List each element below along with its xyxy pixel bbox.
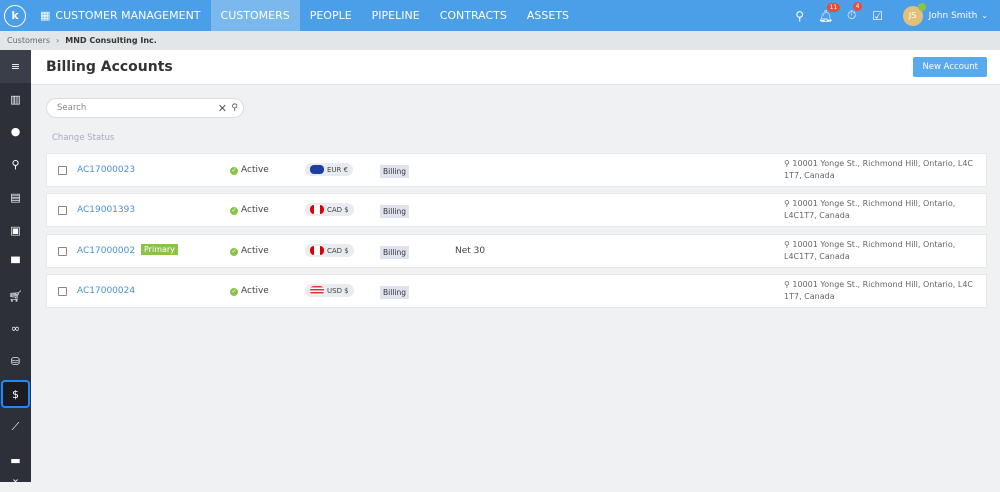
chart-line-icon[interactable]: ⟋ — [0, 413, 31, 441]
address-text: 10001 Yonge St., Richmond Hill, Ontario,… — [784, 199, 956, 220]
clipboard-icon[interactable]: ▣ — [0, 216, 31, 244]
clipboard-clock-icon[interactable]: ⏱ 4 — [839, 2, 865, 23]
currency-badge: EUR € — [305, 163, 354, 176]
status-label: Active — [241, 246, 269, 256]
currency-label: USD $ — [327, 286, 349, 295]
address: ⚲ 10001 Yonge St., Richmond Hill, Ontari… — [784, 158, 984, 182]
tasks-badge: 4 — [852, 2, 863, 11]
chevron-down-icon[interactable]: ⌄ — [0, 464, 31, 492]
chat-icon[interactable]: ▀ — [0, 249, 31, 277]
hamburger-icon[interactable]: ≡ — [0, 50, 31, 83]
grid-icon: ▦ — [40, 9, 51, 22]
type-badge: Billing — [380, 286, 409, 299]
check-circle-icon: ✓ — [230, 207, 238, 215]
status: ✓ Active — [230, 165, 269, 175]
status: ✓ Active — [230, 205, 269, 215]
table-row: AC17000023 ✓ Active EUR € Billing ⚲ 10001… — [46, 153, 987, 187]
dashboard-icon[interactable]: ▥ — [0, 85, 31, 113]
flag-us-icon — [310, 286, 324, 295]
billing-accounts-icon[interactable]: $ — [1, 380, 30, 408]
flag-ca-icon — [310, 205, 324, 214]
user-icon[interactable]: ● — [0, 117, 31, 145]
currency-badge: USD $ — [305, 284, 354, 297]
account-link[interactable]: AC17000002 — [77, 246, 135, 256]
clipboard-check-icon[interactable]: ☑ — [865, 9, 891, 23]
change-status-button[interactable]: Change Status — [52, 133, 114, 143]
handshake-icon[interactable]: ∞ — [0, 314, 31, 342]
table-row: AC19001393 ✓ Active CAD $ Billing ⚲ 10001… — [46, 193, 987, 227]
contact-card-icon[interactable]: ▤ — [0, 183, 31, 211]
user-name[interactable]: John Smith — [929, 11, 978, 21]
avatar-initials: JS — [908, 11, 917, 20]
row-checkbox[interactable] — [58, 287, 67, 296]
row-checkbox[interactable] — [58, 166, 67, 175]
map-pin-icon[interactable]: ⚲ — [0, 150, 31, 178]
type-badge: Billing — [380, 205, 409, 218]
currency-badge: CAD $ — [305, 203, 354, 216]
check-circle-icon: ✓ — [230, 167, 238, 175]
nav-people[interactable]: PEOPLE — [300, 0, 362, 31]
status: ✓ Active — [230, 286, 269, 296]
flag-eu-icon — [310, 165, 324, 174]
address: ⚲ 10001 Yonge St., Richmond Hill, Ontari… — [784, 239, 984, 263]
nav-pipeline[interactable]: PIPELINE — [362, 0, 430, 31]
app-title: CUSTOMER MANAGEMENT — [55, 9, 201, 22]
online-status-icon — [917, 2, 926, 11]
search-icon[interactable]: ⚲ — [231, 103, 238, 113]
new-account-button[interactable]: New Account — [913, 57, 987, 77]
currency-label: EUR € — [327, 165, 349, 174]
row-checkbox[interactable] — [58, 247, 67, 256]
cart-icon[interactable]: 🛒︎ — [0, 282, 31, 310]
breadcrumb-customers[interactable]: Customers — [7, 36, 50, 45]
currency-label: CAD $ — [327, 246, 349, 255]
chevron-right-icon: › — [56, 36, 60, 45]
address: ⚲ 10001 Yonge St., Richmond Hill, Ontari… — [784, 279, 984, 303]
clear-icon[interactable]: ✕ — [218, 102, 227, 115]
check-circle-icon: ✓ — [230, 248, 238, 256]
status: ✓ Active — [230, 246, 269, 256]
status-label: Active — [241, 205, 269, 215]
flag-ca-icon — [310, 246, 324, 255]
address-text: 10001 Yonge St., Richmond Hill, Ontario,… — [784, 159, 974, 180]
page-header: Billing Accounts New Account — [31, 50, 1000, 85]
page-title: Billing Accounts — [46, 59, 173, 75]
nav-contracts[interactable]: CONTRACTS — [430, 0, 517, 31]
status-label: Active — [241, 286, 269, 296]
app-menu[interactable]: ▦ CUSTOMER MANAGEMENT — [40, 9, 201, 22]
search-icon[interactable]: ⚲ — [787, 9, 813, 23]
primary-badge: Primary — [141, 244, 178, 255]
app-logo[interactable]: k — [4, 4, 26, 27]
row-checkbox[interactable] — [58, 206, 67, 215]
bell-icon[interactable]: 🔔︎ 11 — [813, 2, 841, 23]
nav-assets[interactable]: ASSETS — [517, 0, 579, 31]
payment-terms: Net 30 — [455, 246, 486, 256]
table-row: AC17000002 Primary ✓ Active CAD $ Billing… — [46, 234, 987, 268]
search-placeholder: Search — [57, 103, 87, 113]
avatar[interactable]: JS — [902, 2, 926, 26]
search-input[interactable]: Search ✕ ⚲ — [46, 98, 244, 118]
currency-badge: CAD $ — [305, 244, 354, 257]
billing-history-icon[interactable]: ⛁ — [0, 347, 31, 375]
chevron-down-icon[interactable]: ⌄ — [981, 11, 988, 20]
account-link[interactable]: AC19001393 — [77, 205, 135, 215]
sidebar: ≡ ▥ ● ⚲ ▤ ▣ ▀ 🛒︎ ∞ ⛁ $ ⟋ ▬ ⌄ — [0, 50, 31, 485]
status-label: Active — [241, 165, 269, 175]
breadcrumb: Customers › MND Consulting Inc. — [0, 31, 1000, 50]
address: ⚲ 10001 Yonge St., Richmond Hill, Ontari… — [784, 198, 984, 222]
check-circle-icon: ✓ — [230, 288, 238, 296]
breadcrumb-current: MND Consulting Inc. — [65, 36, 157, 45]
account-link[interactable]: AC17000023 — [77, 165, 135, 175]
nav-customers[interactable]: CUSTOMERS — [210, 0, 300, 31]
top-bar: k ▦ CUSTOMER MANAGEMENT CUSTOMERS PEOPLE … — [0, 0, 1000, 31]
table-row: AC17000024 ✓ Active USD $ Billing ⚲ 10001… — [46, 274, 987, 308]
type-badge: Billing — [380, 165, 409, 178]
currency-label: CAD $ — [327, 205, 349, 214]
type-badge: Billing — [380, 246, 409, 259]
account-link[interactable]: AC17000024 — [77, 286, 135, 296]
address-text: 10001 Yonge St., Richmond Hill, Ontario,… — [784, 240, 956, 261]
address-text: 10001 Yonge St., Richmond Hill, Ontario,… — [784, 280, 974, 301]
